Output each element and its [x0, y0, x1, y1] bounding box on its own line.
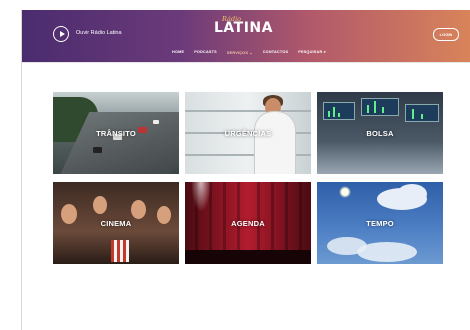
main-nav: HOME PODCASTS SERVIÇOS ⌄ CONTACTOS PESQU… [172, 50, 326, 55]
listen-live-link[interactable]: Ouvir Rádio Latina [76, 30, 122, 36]
site-header: Ouvir Rádio Latina Rádio LATINA LOGIN HO… [22, 10, 470, 62]
chevron-down-icon: ⌄ [249, 51, 253, 55]
tile-image-popcorn [111, 240, 129, 262]
tile-label: AGENDA [231, 218, 265, 228]
tile-image-spotlight [191, 182, 211, 212]
tile-label: URGÊNCIAS [224, 128, 272, 138]
services-grid: TRÂNSITO URGÊNCIAS BOLSA CINEMA AGENDA T… [53, 92, 443, 264]
nav-item-pesquisar-label: PESQUISAR [298, 50, 323, 54]
tile-label: TRÂNSITO [96, 128, 136, 138]
tile-image-car [93, 147, 102, 153]
header-divider [22, 62, 470, 63]
tile-image-sun [339, 186, 351, 198]
login-button[interactable]: LOGIN [433, 28, 459, 41]
nav-item-pesquisar[interactable]: PESQUISAR ⌕ [298, 50, 326, 55]
tile-image-cloud [397, 184, 427, 204]
play-icon[interactable] [53, 26, 69, 42]
tile-image-seats [185, 250, 311, 264]
tile-urgencias[interactable]: URGÊNCIAS [185, 92, 311, 174]
tile-cinema[interactable]: CINEMA [53, 182, 179, 264]
tile-image-face [93, 196, 107, 214]
tile-bolsa[interactable]: BOLSA [317, 92, 443, 174]
tile-image-screen [361, 98, 399, 116]
search-icon: ⌕ [323, 50, 326, 54]
tile-image-face [61, 204, 77, 224]
tile-image-car [138, 127, 147, 133]
nav-item-servicos-label: SERVIÇOS [226, 51, 249, 55]
site-logo[interactable]: Rádio LATINA [212, 15, 282, 41]
tile-agenda[interactable]: AGENDA [185, 182, 311, 264]
tile-tempo[interactable]: TEMPO [317, 182, 443, 264]
tile-image-cloud [357, 242, 417, 262]
tile-transito[interactable]: TRÂNSITO [53, 92, 179, 174]
nav-item-servicos[interactable]: SERVIÇOS ⌄ [227, 50, 253, 55]
page-frame: Ouvir Rádio Latina Rádio LATINA LOGIN HO… [21, 10, 470, 330]
tile-image-screen [323, 102, 355, 120]
tile-image-shelf [185, 110, 311, 112]
nav-item-home[interactable]: HOME [172, 50, 184, 55]
tile-image-coat [255, 112, 295, 174]
tile-label: CINEMA [100, 218, 132, 228]
tile-image-screen [405, 104, 439, 122]
nav-item-podcasts[interactable]: PODCASTS [194, 50, 217, 55]
nav-item-contactos[interactable]: CONTACTOS [263, 50, 289, 55]
tile-image-face [131, 200, 146, 219]
logo-latina-text: LATINA [214, 20, 273, 36]
tile-label: BOLSA [366, 128, 394, 138]
tile-label: TEMPO [366, 218, 394, 228]
tile-image-car [153, 120, 159, 124]
tile-image-face [157, 206, 171, 224]
